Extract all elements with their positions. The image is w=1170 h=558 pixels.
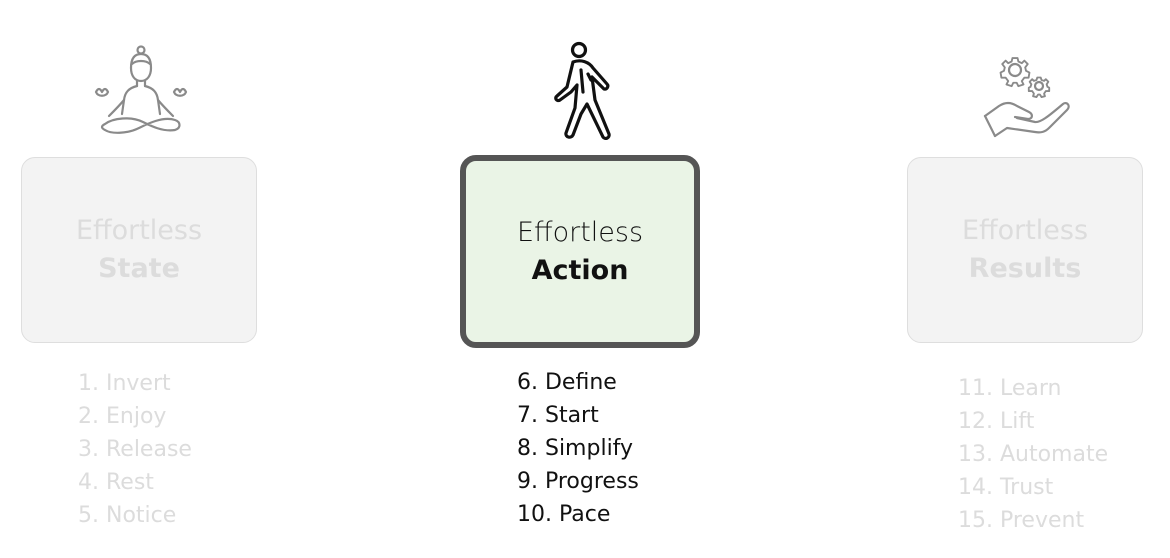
list-item: 4. Rest [78, 470, 154, 495]
meditation-icon [94, 45, 188, 134]
steps-list: 1. Invert 2. Enjoy 3. Release 4. Rest 5.… [78, 367, 192, 532]
list-item: 14. Trust [958, 475, 1054, 500]
box-title-line2: Results [968, 253, 1082, 284]
list-item: 10. Pace [517, 502, 611, 527]
column-effortless-state: Effortless State 1. Invert 2. Enjoy 3. R… [21, 0, 261, 558]
list-item: 11. Learn [958, 376, 1062, 401]
box-title-line1: Effortless [75, 215, 203, 246]
steps-list: 6. Define 7. Start 8. Simplify 9. Progre… [517, 366, 639, 531]
box-title-line1: Effortless [961, 215, 1089, 246]
list-item: 12. Lift [958, 409, 1035, 434]
list-item: 9. Progress [517, 469, 639, 494]
list-item: 5. Notice [78, 503, 177, 528]
walking-person-icon [554, 41, 611, 141]
hand-with-gears-icon [983, 57, 1070, 138]
list-item: 1. Invert [78, 371, 171, 396]
list-item: 7. Start [517, 403, 599, 428]
list-item: 8. Simplify [517, 436, 634, 461]
list-item: 3. Release [78, 437, 192, 462]
effortless-results-box: Effortless Results [907, 157, 1143, 343]
box-title-line2: State [98, 253, 180, 284]
list-item: 13. Automate [958, 442, 1109, 467]
column-effortless-results: Effortless Results 11. Learn 12. Lift 13… [907, 0, 1147, 558]
list-item: 6. Define [517, 370, 617, 395]
effortless-action-box: Effortless Action [460, 155, 700, 348]
list-item: 15. Prevent [958, 508, 1085, 533]
list-item: 2. Enjoy [78, 404, 167, 429]
box-title-line2: Action [531, 254, 629, 286]
effortless-state-box: Effortless State [21, 157, 257, 343]
steps-list: 11. Learn 12. Lift 13. Automate 14. Trus… [958, 372, 1108, 537]
column-effortless-action: Effortless Action 6. Define 7. Start 8. … [460, 0, 700, 558]
box-title-line1: Effortless [516, 216, 644, 248]
